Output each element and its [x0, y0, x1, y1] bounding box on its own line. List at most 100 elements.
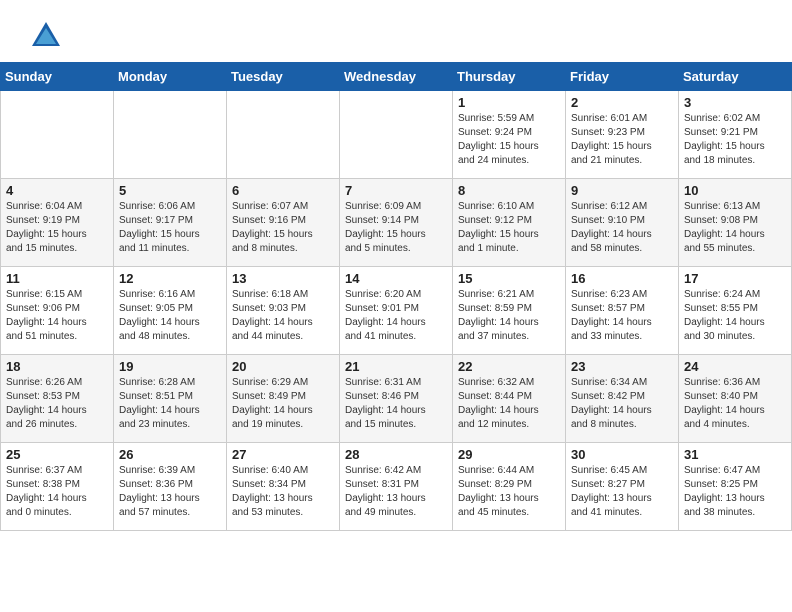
weekday-header-sunday: Sunday [1, 63, 114, 91]
page-header [0, 0, 792, 62]
weekday-header-row: SundayMondayTuesdayWednesdayThursdayFrid… [1, 63, 792, 91]
calendar-cell: 11 Sunrise: 6:15 AM Sunset: 9:06 PM Dayli… [1, 267, 114, 355]
calendar-cell: 19 Sunrise: 6:28 AM Sunset: 8:51 PM Dayli… [114, 355, 227, 443]
day-number: 26 [119, 447, 221, 462]
day-info: Sunrise: 6:24 AM Sunset: 8:55 PM Dayligh… [684, 288, 786, 344]
day-number: 2 [571, 95, 673, 110]
calendar-cell: 15Sunrise: 6:21 AM Sunset: 8:59 PM Dayli… [453, 267, 566, 355]
day-number: 28 [345, 447, 447, 462]
day-number: 8 [458, 183, 560, 198]
day-info: Sunrise: 6:12 AM Sunset: 9:10 PM Dayligh… [571, 200, 673, 256]
day-info: Sunrise: 6:40 AM Sunset: 8:34 PM Dayligh… [232, 464, 334, 520]
calendar-cell: 10 Sunrise: 6:13 AM Sunset: 9:08 PM Dayli… [679, 179, 792, 267]
day-info: Sunrise: 6:34 AM Sunset: 8:42 PM Dayligh… [571, 376, 673, 432]
day-info: Sunrise: 6:39 AM Sunset: 8:36 PM Dayligh… [119, 464, 221, 520]
calendar-table: SundayMondayTuesdayWednesdayThursdayFrid… [0, 62, 792, 531]
weekday-header-monday: Monday [114, 63, 227, 91]
day-number: 1 [458, 95, 560, 110]
calendar-cell: 12 Sunrise: 6:16 AM Sunset: 9:05 PM Dayli… [114, 267, 227, 355]
weekday-header-thursday: Thursday [453, 63, 566, 91]
day-info: Sunrise: 6:01 AM Sunset: 9:23 PM Dayligh… [571, 112, 673, 168]
calendar-week-row: 11 Sunrise: 6:15 AM Sunset: 9:06 PM Dayli… [1, 267, 792, 355]
day-info: Sunrise: 6:06 AM Sunset: 9:17 PM Dayligh… [119, 200, 221, 256]
day-info: Sunrise: 6:29 AM Sunset: 8:49 PM Dayligh… [232, 376, 334, 432]
calendar-week-row: 1Sunrise: 5:59 AM Sunset: 9:24 PM Daylig… [1, 91, 792, 179]
logo [24, 18, 64, 54]
day-number: 3 [684, 95, 786, 110]
day-info: Sunrise: 6:09 AM Sunset: 9:14 PM Dayligh… [345, 200, 447, 256]
calendar-cell: 28Sunrise: 6:42 AM Sunset: 8:31 PM Dayli… [340, 443, 453, 531]
day-info: Sunrise: 6:02 AM Sunset: 9:21 PM Dayligh… [684, 112, 786, 168]
day-number: 16 [571, 271, 673, 286]
day-number: 10 [684, 183, 786, 198]
day-info: Sunrise: 6:07 AM Sunset: 9:16 PM Dayligh… [232, 200, 334, 256]
day-number: 6 [232, 183, 334, 198]
day-info: Sunrise: 6:23 AM Sunset: 8:57 PM Dayligh… [571, 288, 673, 344]
day-number: 30 [571, 447, 673, 462]
weekday-header-wednesday: Wednesday [340, 63, 453, 91]
day-info: Sunrise: 6:16 AM Sunset: 9:05 PM Dayligh… [119, 288, 221, 344]
day-number: 11 [6, 271, 108, 286]
day-info: Sunrise: 6:32 AM Sunset: 8:44 PM Dayligh… [458, 376, 560, 432]
day-info: Sunrise: 6:21 AM Sunset: 8:59 PM Dayligh… [458, 288, 560, 344]
day-info: Sunrise: 6:20 AM Sunset: 9:01 PM Dayligh… [345, 288, 447, 344]
day-info: Sunrise: 6:18 AM Sunset: 9:03 PM Dayligh… [232, 288, 334, 344]
calendar-cell: 17 Sunrise: 6:24 AM Sunset: 8:55 PM Dayli… [679, 267, 792, 355]
day-number: 22 [458, 359, 560, 374]
calendar-cell [114, 91, 227, 179]
calendar-cell: 7Sunrise: 6:09 AM Sunset: 9:14 PM Daylig… [340, 179, 453, 267]
calendar-cell: 18 Sunrise: 6:26 AM Sunset: 8:53 PM Dayli… [1, 355, 114, 443]
day-info: Sunrise: 6:37 AM Sunset: 8:38 PM Dayligh… [6, 464, 108, 520]
day-number: 23 [571, 359, 673, 374]
day-number: 21 [345, 359, 447, 374]
calendar-cell: 4 Sunrise: 6:04 AM Sunset: 9:19 PM Daylig… [1, 179, 114, 267]
weekday-header-saturday: Saturday [679, 63, 792, 91]
day-info: Sunrise: 6:04 AM Sunset: 9:19 PM Dayligh… [6, 200, 108, 256]
calendar-cell: 26 Sunrise: 6:39 AM Sunset: 8:36 PM Dayli… [114, 443, 227, 531]
day-info: Sunrise: 6:13 AM Sunset: 9:08 PM Dayligh… [684, 200, 786, 256]
weekday-header-friday: Friday [566, 63, 679, 91]
day-number: 29 [458, 447, 560, 462]
day-number: 20 [232, 359, 334, 374]
calendar-cell: 14 Sunrise: 6:20 AM Sunset: 9:01 PM Dayli… [340, 267, 453, 355]
day-number: 5 [119, 183, 221, 198]
calendar-cell: 9Sunrise: 6:12 AM Sunset: 9:10 PM Daylig… [566, 179, 679, 267]
day-number: 17 [684, 271, 786, 286]
logo-icon [28, 18, 64, 54]
calendar-week-row: 4 Sunrise: 6:04 AM Sunset: 9:19 PM Daylig… [1, 179, 792, 267]
day-number: 4 [6, 183, 108, 198]
calendar-cell: 29 Sunrise: 6:44 AM Sunset: 8:29 PM Dayli… [453, 443, 566, 531]
calendar-cell: 22 Sunrise: 6:32 AM Sunset: 8:44 PM Dayli… [453, 355, 566, 443]
calendar-cell: 1Sunrise: 5:59 AM Sunset: 9:24 PM Daylig… [453, 91, 566, 179]
day-info: Sunrise: 6:10 AM Sunset: 9:12 PM Dayligh… [458, 200, 560, 256]
calendar-cell [340, 91, 453, 179]
day-info: Sunrise: 6:26 AM Sunset: 8:53 PM Dayligh… [6, 376, 108, 432]
calendar-cell: 27Sunrise: 6:40 AM Sunset: 8:34 PM Dayli… [227, 443, 340, 531]
day-info: Sunrise: 6:36 AM Sunset: 8:40 PM Dayligh… [684, 376, 786, 432]
calendar-cell [227, 91, 340, 179]
day-info: Sunrise: 6:44 AM Sunset: 8:29 PM Dayligh… [458, 464, 560, 520]
day-number: 13 [232, 271, 334, 286]
calendar-cell: 25 Sunrise: 6:37 AM Sunset: 8:38 PM Dayli… [1, 443, 114, 531]
calendar-cell: 21 Sunrise: 6:31 AM Sunset: 8:46 PM Dayli… [340, 355, 453, 443]
day-info: Sunrise: 6:31 AM Sunset: 8:46 PM Dayligh… [345, 376, 447, 432]
calendar-cell: 24 Sunrise: 6:36 AM Sunset: 8:40 PM Dayli… [679, 355, 792, 443]
calendar-cell: 13 Sunrise: 6:18 AM Sunset: 9:03 PM Dayli… [227, 267, 340, 355]
weekday-header-tuesday: Tuesday [227, 63, 340, 91]
day-info: Sunrise: 6:47 AM Sunset: 8:25 PM Dayligh… [684, 464, 786, 520]
calendar-cell [1, 91, 114, 179]
calendar-cell: 23 Sunrise: 6:34 AM Sunset: 8:42 PM Dayli… [566, 355, 679, 443]
day-info: Sunrise: 6:28 AM Sunset: 8:51 PM Dayligh… [119, 376, 221, 432]
day-number: 24 [684, 359, 786, 374]
day-number: 19 [119, 359, 221, 374]
day-number: 12 [119, 271, 221, 286]
calendar-cell: 30Sunrise: 6:45 AM Sunset: 8:27 PM Dayli… [566, 443, 679, 531]
calendar-cell: 3 Sunrise: 6:02 AM Sunset: 9:21 PM Daylig… [679, 91, 792, 179]
day-number: 25 [6, 447, 108, 462]
day-info: Sunrise: 6:15 AM Sunset: 9:06 PM Dayligh… [6, 288, 108, 344]
calendar-cell: 20 Sunrise: 6:29 AM Sunset: 8:49 PM Dayli… [227, 355, 340, 443]
calendar-cell: 16 Sunrise: 6:23 AM Sunset: 8:57 PM Dayli… [566, 267, 679, 355]
calendar-cell: 6 Sunrise: 6:07 AM Sunset: 9:16 PM Daylig… [227, 179, 340, 267]
day-number: 18 [6, 359, 108, 374]
day-number: 14 [345, 271, 447, 286]
